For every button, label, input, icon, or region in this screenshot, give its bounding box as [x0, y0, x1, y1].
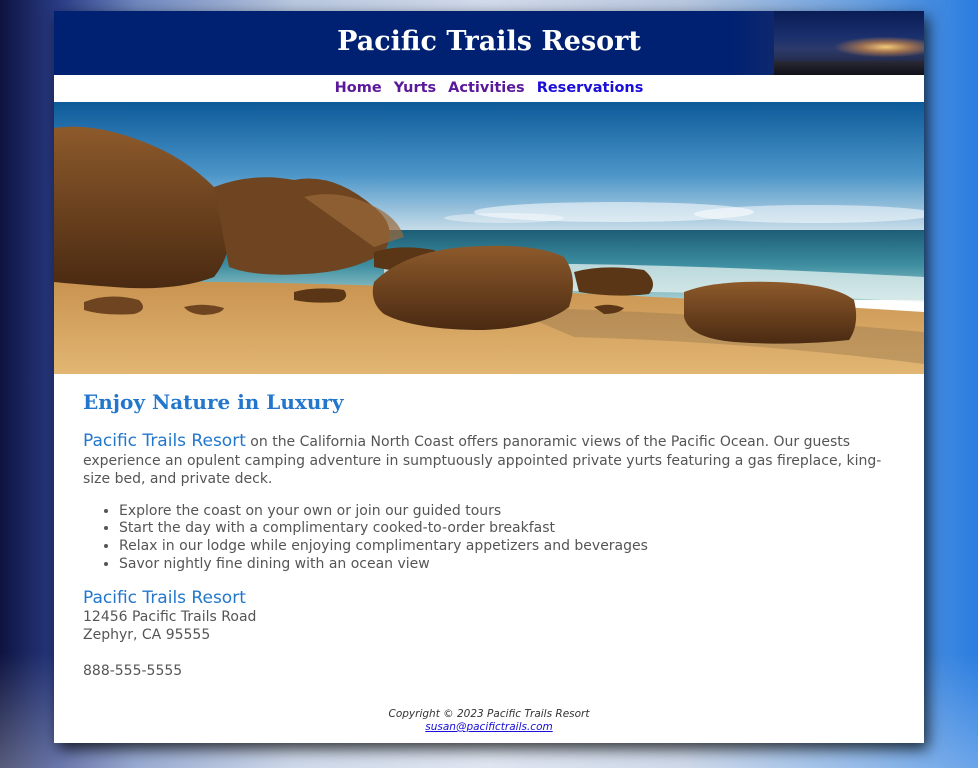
copyright-text: Copyright © 2023 Pacific Trails Resort — [388, 708, 590, 720]
coast-beach-image — [54, 102, 924, 374]
list-item: Savor nightly fine dining with an ocean … — [119, 556, 894, 574]
list-item: Start the day with a complimentary cooke… — [119, 520, 894, 538]
city-state-zip: Zephyr, CA 95555 — [83, 626, 211, 643]
list-item: Relax in our lodge while enjoying compli… — [119, 538, 894, 556]
street-address: 12456 Pacific Trails Road — [83, 608, 257, 625]
nav-reservations-link[interactable]: Reservations — [537, 80, 644, 96]
phone-number: 888-555-5555 — [83, 662, 183, 679]
site-footer: Copyright © 2023 Pacific Trails Resort s… — [54, 708, 924, 734]
nav-activities-link[interactable]: Activities — [448, 80, 525, 96]
list-item: Explore the coast on your own or join ou… — [119, 503, 894, 521]
page-container: Pacific Trails Resort Home Yurts Activitie… — [54, 11, 924, 743]
site-header: Pacific Trails Resort — [54, 11, 924, 75]
features-list: Explore the coast on your own or join ou… — [83, 503, 894, 574]
page-heading: Enjoy Nature in Luxury — [83, 390, 344, 414]
contact-resort-name: Pacific Trails Resort — [83, 587, 246, 608]
site-title: Pacific Trails Resort — [337, 26, 641, 57]
contact-info: Pacific Trails Resort 12456 Pacific Trai… — [83, 588, 894, 680]
nav-yurts-link[interactable]: Yurts — [394, 80, 436, 96]
main-nav: Home Yurts Activities Reservations — [54, 75, 924, 102]
intro-paragraph: Pacific Trails Resort on the California … — [83, 432, 894, 489]
main-content: Enjoy Nature in Luxury Pacific Trails Re… — [54, 374, 924, 680]
hero-image — [54, 102, 924, 374]
nav-home-link[interactable]: Home — [335, 80, 382, 96]
email-link[interactable]: susan@pacifictrails.com — [425, 721, 552, 733]
resort-name: Pacific Trails Resort — [83, 431, 246, 451]
